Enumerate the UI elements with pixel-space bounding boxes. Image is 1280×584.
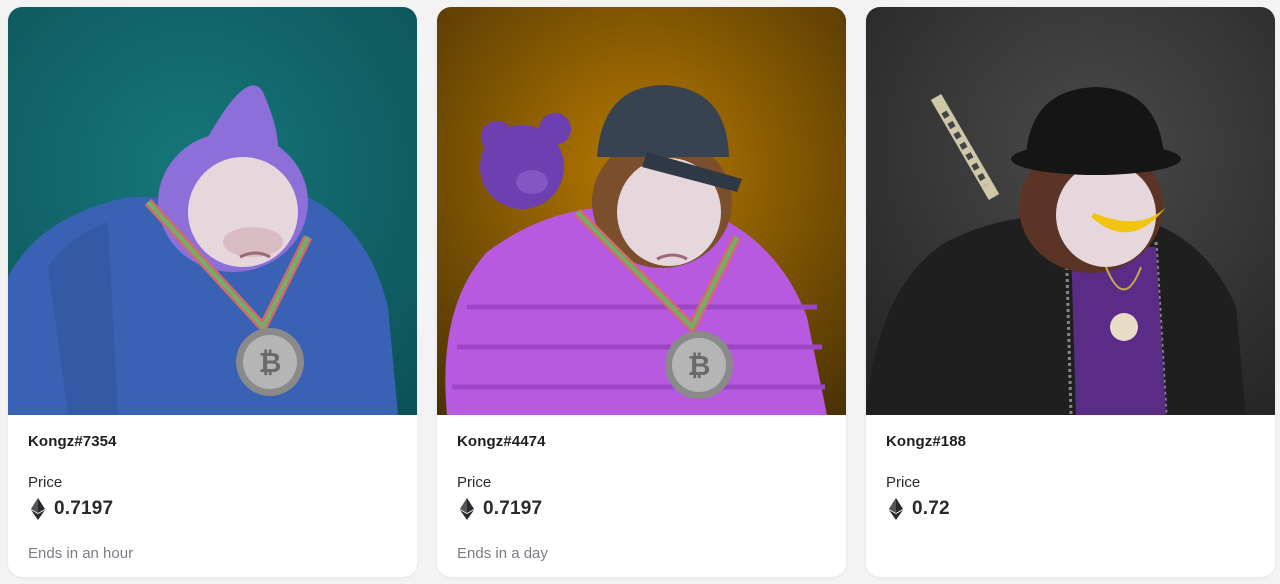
nft-image[interactable]: ₿	[437, 7, 846, 415]
price-label: Price	[457, 474, 492, 491]
svg-text:₿: ₿	[688, 350, 711, 381]
price-row: 0.7197	[28, 497, 113, 521]
svg-text:₿: ₿	[259, 347, 282, 378]
nft-name[interactable]: Kongz#4474	[457, 433, 546, 450]
nft-image[interactable]: ₿	[8, 7, 417, 415]
nft-card[interactable]: Kongz#188 Price 0.72	[866, 7, 1275, 577]
nft-card[interactable]: ₿ Kongz#4474 Price 0.7197 Ends in a day	[437, 7, 846, 577]
price-row: 0.72	[886, 497, 950, 521]
ethereum-icon	[28, 497, 48, 521]
auction-ends-text: Ends in a day	[457, 545, 548, 562]
ethereum-icon	[457, 497, 477, 521]
auction-ends-text: Ends in an hour	[28, 545, 134, 562]
price-value: 0.72	[912, 498, 950, 519]
price-value: 0.7197	[54, 498, 114, 519]
nft-name[interactable]: Kongz#188	[886, 433, 966, 450]
nft-image[interactable]	[866, 7, 1275, 415]
nft-name[interactable]: Kongz#7354	[28, 433, 117, 450]
ethereum-icon	[886, 497, 906, 521]
nft-card-grid: ₿ Kongz#7354 Price 0.7197 Ends in an hou…	[0, 0, 1280, 584]
price-row: 0.7197	[457, 497, 542, 521]
price-label: Price	[886, 474, 921, 491]
price-label: Price	[28, 474, 63, 491]
price-value: 0.7197	[483, 498, 543, 519]
nft-card[interactable]: ₿ Kongz#7354 Price 0.7197 Ends in an hou…	[8, 7, 417, 577]
